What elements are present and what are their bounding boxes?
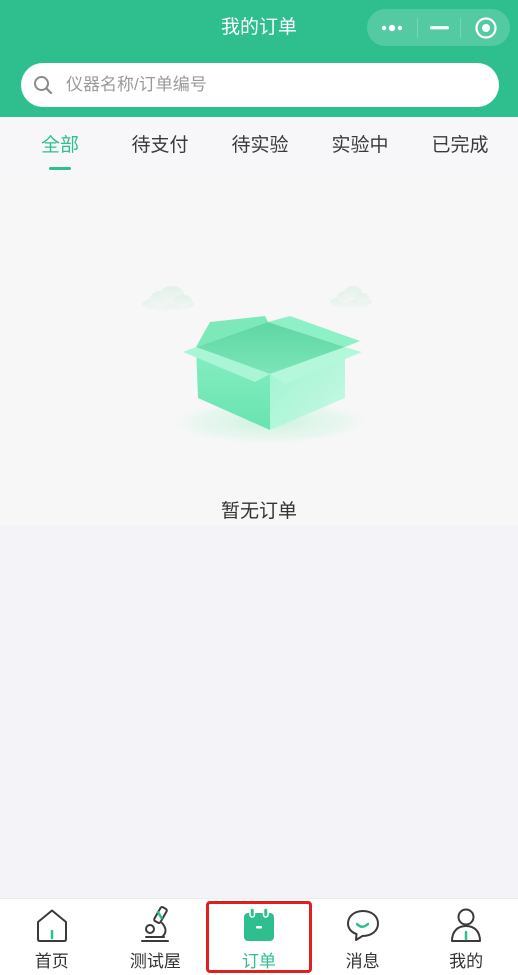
person-icon — [451, 908, 482, 942]
tabbar-item-test-house[interactable]: 测试屋 — [104, 899, 208, 975]
tabbar-label: 订单 — [241, 952, 276, 971]
search-icon — [34, 76, 53, 95]
tab-label: 实验中 — [331, 135, 389, 156]
header-bar: 我的订单 — [0, 0, 518, 117]
minus-icon — [429, 25, 449, 29]
tab-completed[interactable]: 已完成 — [410, 117, 510, 180]
tabbar-item-me[interactable]: 我的 — [414, 899, 518, 975]
search-input[interactable] — [66, 63, 486, 107]
tabbar-label: 首页 — [34, 952, 69, 971]
tab-label: 已完成 — [431, 135, 489, 156]
tab-label: 待实验 — [231, 135, 289, 156]
tab-all[interactable]: 全部 — [10, 117, 110, 180]
target-circle-icon — [474, 16, 497, 39]
more-dots-icon — [381, 24, 403, 31]
tabbar-item-orders[interactable]: 订单 — [207, 899, 311, 975]
tabbar-label: 消息 — [345, 952, 380, 971]
close-button[interactable] — [461, 9, 510, 46]
mini-program-capsule — [367, 9, 510, 46]
empty-box-icon — [142, 286, 376, 446]
minimize-button[interactable] — [418, 9, 460, 46]
order-status-tabs: 全部 待支付 待实验 实验中 已完成 — [0, 117, 518, 180]
active-tab-indicator — [49, 167, 71, 170]
home-icon — [36, 909, 67, 942]
calendar-icon — [243, 907, 274, 941]
cloud-left-icon — [142, 286, 194, 311]
tabbar-item-messages[interactable]: 消息 — [311, 899, 415, 975]
tabbar-label: 我的 — [449, 952, 484, 971]
tabbar-label: 测试屋 — [129, 952, 181, 971]
bottom-tab-bar: 首页 测试屋 订单 消息 我的 — [0, 898, 518, 975]
tabbar-item-home[interactable]: 首页 — [0, 899, 104, 975]
more-button[interactable] — [367, 9, 417, 46]
microscope-icon — [141, 906, 170, 942]
chat-bubble-icon — [346, 910, 379, 941]
tab-label: 待支付 — [131, 135, 189, 156]
tab-label: 全部 — [40, 135, 79, 156]
tab-in-experiment[interactable]: 实验中 — [310, 117, 410, 180]
search-bar[interactable] — [21, 63, 499, 107]
cloud-right-icon — [330, 286, 372, 308]
tab-pending-experiment[interactable]: 待实验 — [210, 117, 310, 180]
empty-state: 暂无订单 — [0, 180, 518, 525]
empty-message: 暂无订单 — [220, 501, 297, 522]
tab-pending-payment[interactable]: 待支付 — [110, 117, 210, 180]
